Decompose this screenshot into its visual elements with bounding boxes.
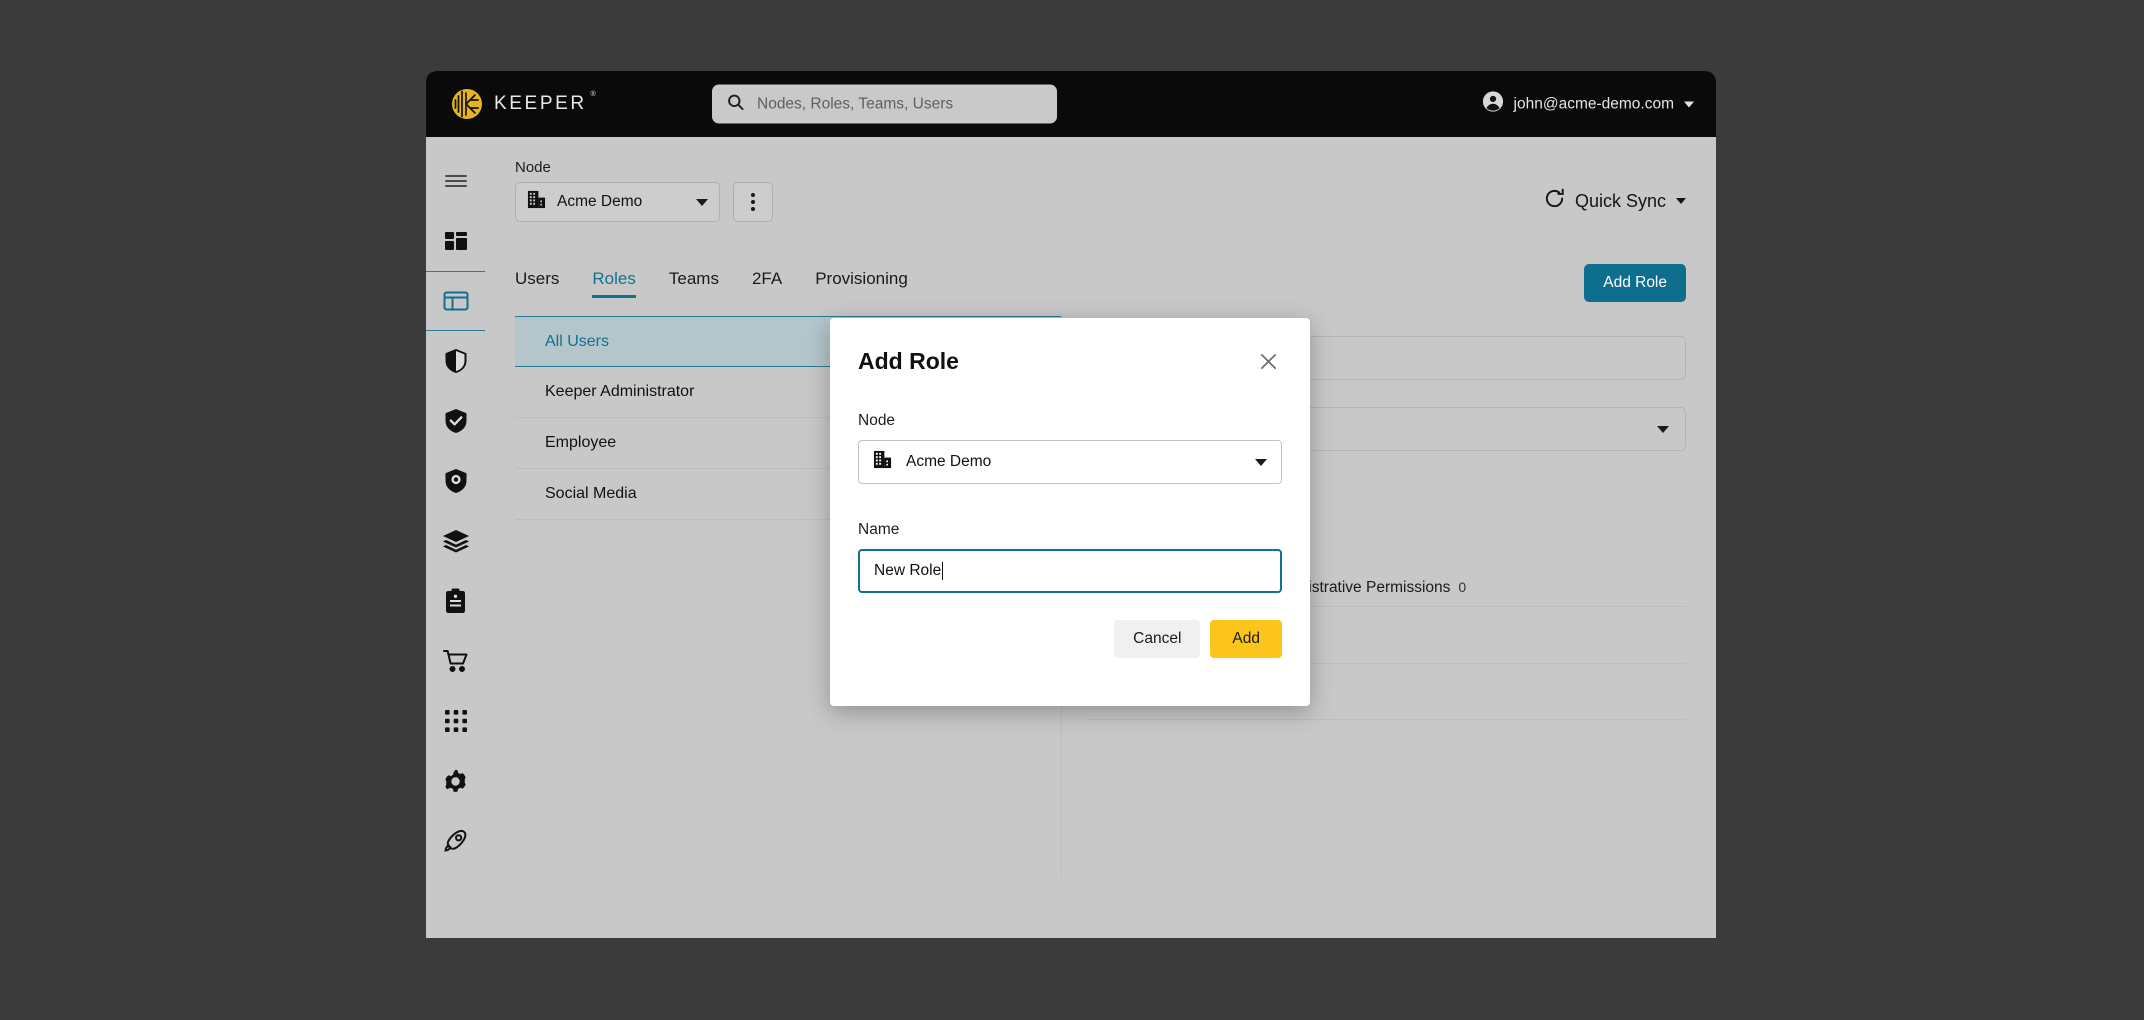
node-more-button[interactable] bbox=[733, 182, 773, 222]
building-icon bbox=[527, 190, 546, 214]
more-vertical-icon bbox=[751, 200, 755, 204]
sidebar-item-dashboard[interactable] bbox=[426, 211, 485, 271]
apps-grid-icon bbox=[444, 710, 467, 732]
account-circle-icon bbox=[1482, 91, 1504, 118]
more-vertical-icon bbox=[751, 193, 755, 197]
search-input[interactable]: Nodes, Roles, Teams, Users bbox=[712, 84, 1057, 124]
node-select[interactable]: Acme Demo bbox=[515, 182, 720, 222]
node-group: Node Acme Demo bbox=[515, 159, 773, 222]
brand[interactable]: KEEPER bbox=[451, 88, 595, 120]
clipboard-icon bbox=[445, 588, 466, 614]
dialog-node-select[interactable]: Acme Demo bbox=[858, 440, 1282, 484]
dialog-actions: Cancel Add bbox=[858, 620, 1282, 658]
brand-name: KEEPER bbox=[494, 91, 595, 115]
building-icon bbox=[873, 450, 892, 474]
add-button[interactable]: Add bbox=[1210, 620, 1282, 658]
rocket-icon bbox=[443, 828, 469, 854]
dialog-title: Add Role bbox=[858, 348, 959, 374]
add-role-dialog: Add Role Node Acme Demo Name New Role Ca… bbox=[830, 318, 1310, 706]
dialog-name-input[interactable]: New Role bbox=[858, 549, 1282, 593]
sidebar-item-admin[interactable] bbox=[426, 271, 485, 331]
search-icon bbox=[726, 92, 745, 116]
shield-check-icon bbox=[444, 408, 468, 434]
triangle-down-icon bbox=[1255, 458, 1267, 466]
tab-2fa[interactable]: 2FA bbox=[752, 269, 782, 298]
cancel-button[interactable]: Cancel bbox=[1114, 620, 1201, 658]
sidebar-item-settings[interactable] bbox=[426, 751, 485, 811]
chevron-down-icon bbox=[1676, 198, 1686, 204]
sidebar-item-menu-toggle[interactable] bbox=[426, 151, 485, 211]
triangle-down-icon bbox=[1657, 425, 1669, 433]
node-controls: Acme Demo bbox=[515, 182, 773, 222]
tab-provisioning[interactable]: Provisioning bbox=[815, 269, 908, 298]
close-icon[interactable] bbox=[1255, 348, 1282, 375]
sidebar-item-security[interactable] bbox=[426, 331, 485, 391]
dialog-node-value: Acme Demo bbox=[906, 453, 992, 470]
admin-panel-icon bbox=[443, 290, 469, 312]
node-label: Node bbox=[515, 159, 551, 176]
sidebar-item-security-audit[interactable] bbox=[426, 451, 485, 511]
desktop-background: KEEPER Nodes, Roles, Teams, Users bbox=[0, 0, 2144, 1020]
sidebar-item-reporting[interactable] bbox=[426, 571, 485, 631]
shopping-cart-icon bbox=[442, 649, 469, 673]
node-bar: Node Acme Demo Quick Sync bbox=[515, 159, 1686, 222]
user-menu[interactable]: john@acme-demo.com bbox=[1482, 91, 1694, 118]
sidebar-item-getting-started[interactable] bbox=[426, 811, 485, 871]
quick-sync-label: Quick Sync bbox=[1574, 190, 1666, 211]
quick-sync-button[interactable]: Quick Sync bbox=[1544, 188, 1686, 222]
icon-sidebar bbox=[426, 137, 485, 938]
shield-eye-icon bbox=[444, 468, 468, 494]
triangle-down-icon bbox=[696, 198, 708, 206]
detail-tab-admin-permissions-count: 0 bbox=[1458, 579, 1467, 595]
tabs-row: Users Roles Teams 2FA Provisioning Add R… bbox=[515, 264, 1686, 302]
sidebar-item-apps[interactable] bbox=[426, 691, 485, 751]
keeper-logo-icon bbox=[451, 88, 483, 120]
hamburger-menu-icon bbox=[444, 173, 467, 189]
user-email: john@acme-demo.com bbox=[1513, 95, 1674, 112]
sidebar-item-secrets-manager[interactable] bbox=[426, 511, 485, 571]
dialog-name-value: New Role bbox=[874, 562, 942, 579]
dialog-node-label: Node bbox=[858, 412, 896, 429]
dashboard-grid-icon bbox=[444, 229, 468, 253]
more-vertical-icon bbox=[751, 207, 755, 211]
dialog-header: Add Role bbox=[858, 348, 1282, 375]
dialog-name-label: Name bbox=[858, 521, 900, 538]
add-role-button[interactable]: Add Role bbox=[1584, 264, 1686, 302]
layers-stack-icon bbox=[442, 529, 470, 553]
node-select-value: Acme Demo bbox=[557, 193, 643, 210]
chevron-down-icon bbox=[1684, 101, 1694, 107]
tab-roles[interactable]: Roles bbox=[592, 269, 637, 298]
sidebar-item-marketplace[interactable] bbox=[426, 631, 485, 691]
top-bar: KEEPER Nodes, Roles, Teams, Users bbox=[426, 71, 1716, 137]
refresh-icon bbox=[1544, 188, 1565, 214]
search-placeholder: Nodes, Roles, Teams, Users bbox=[757, 95, 954, 112]
tab-users[interactable]: Users bbox=[515, 269, 559, 298]
tab-teams[interactable]: Teams bbox=[669, 269, 719, 298]
text-cursor bbox=[942, 562, 944, 580]
primary-tabs: Users Roles Teams 2FA Provisioning bbox=[515, 269, 908, 298]
sidebar-item-compliance[interactable] bbox=[426, 391, 485, 451]
shield-half-icon bbox=[444, 348, 468, 374]
gear-icon bbox=[443, 769, 468, 794]
